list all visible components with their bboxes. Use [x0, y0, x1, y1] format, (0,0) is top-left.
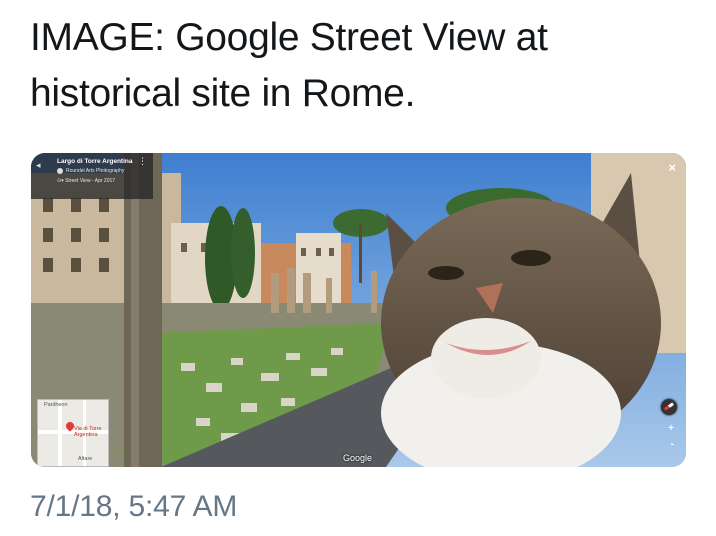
compass-icon[interactable] — [661, 399, 677, 415]
street-view-image[interactable]: ◂ Largo di Torre Argentina Roundel Arts … — [31, 153, 686, 467]
tweet-text-line-1: IMAGE: Google Street View at — [30, 16, 548, 59]
place-info-card[interactable]: ◂ Largo di Torre Argentina Roundel Arts … — [31, 153, 153, 199]
building-mid-3 — [296, 233, 341, 303]
place-title: Largo di Torre Argentina — [57, 158, 133, 165]
street-view-scene[interactable] — [31, 153, 686, 467]
minimap-label-top: Pantheon — [44, 402, 68, 408]
tweet-text: IMAGE: Google Street View at historical … — [30, 10, 700, 122]
photographer-row[interactable]: Roundel Arts Photography — [57, 166, 147, 176]
photographer-name: Roundel Arts Photography — [66, 168, 125, 174]
google-watermark: Google — [343, 453, 373, 463]
minimap-pin-label: Via di Torre Argentina — [74, 426, 102, 438]
tweet-timestamp[interactable]: 7/1/18, 5:47 AM — [30, 490, 237, 524]
tree-trunk — [124, 153, 162, 467]
photographer-avatar — [57, 167, 63, 174]
tweet-text-line-2: historical site in Rome. — [30, 72, 416, 115]
capture-date-row[interactable]: ⊙▾ Street View - Apr 2017 — [57, 176, 147, 186]
zoom-out-button[interactable]: - — [671, 439, 674, 450]
cypress-tree-2 — [231, 208, 255, 298]
clock-icon: ⊙▾ — [57, 178, 66, 184]
back-arrow-icon[interactable]: ◂ — [36, 160, 41, 171]
capture-date: Street View - Apr 2017 — [65, 178, 116, 184]
zoom-in-button[interactable]: + — [668, 423, 674, 434]
minimap-label-bottom: Altare — [78, 456, 93, 462]
more-options-icon[interactable]: ⋮ — [138, 157, 147, 166]
close-button[interactable]: × — [668, 160, 676, 175]
minimap[interactable]: Pantheon Via di Torre Argentina Altare — [37, 399, 109, 467]
